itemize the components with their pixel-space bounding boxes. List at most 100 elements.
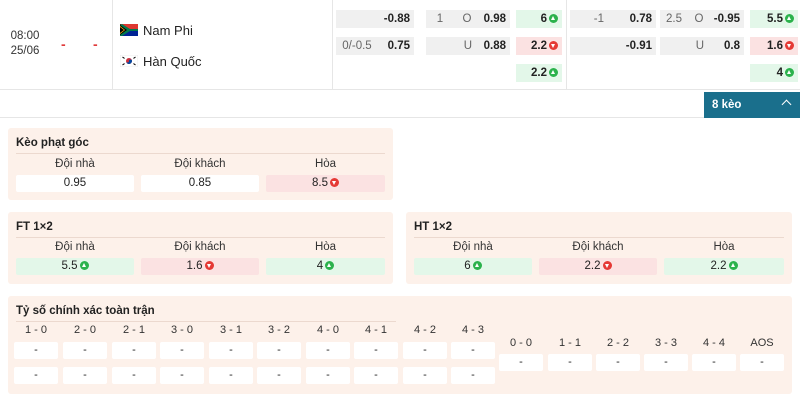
south-africa-flag-icon: [120, 24, 138, 36]
arrow-up-icon: [785, 14, 794, 23]
score-label: 4 - 1: [364, 324, 387, 336]
ft-home-odds[interactable]: 5.5: [16, 258, 134, 275]
more-markets-label: 8 kèo: [712, 99, 742, 111]
corner-home-odds[interactable]: 0.95: [16, 175, 134, 192]
corner-kick-panel: Kèo phạt góc Đội nhà Đội khách Hòa 0.95 …: [8, 128, 393, 200]
ft-away-odds[interactable]: 1.6: [141, 258, 259, 275]
divider: [566, 0, 567, 90]
ht-1x2-home-odds[interactable]: 5.5: [750, 10, 798, 28]
score-odds[interactable]: -: [112, 367, 156, 384]
score-odds[interactable]: -: [306, 367, 350, 384]
arrow-up-icon: [728, 261, 738, 270]
score-label: 4 - 3: [461, 324, 484, 336]
score-odds[interactable]: -: [209, 367, 253, 384]
home-score: -: [61, 36, 66, 52]
score-odds[interactable]: -: [596, 354, 640, 371]
odds-value: 6: [464, 260, 471, 272]
ft-1x2-draw-odds[interactable]: 2.2: [516, 64, 562, 82]
score-odds[interactable]: -: [403, 342, 447, 359]
score-odds[interactable]: -: [403, 367, 447, 384]
arrow-down-icon: [204, 261, 214, 270]
corner-draw-odds[interactable]: 8.5: [266, 175, 385, 192]
ft-1x2-panel: FT 1×2 Đội nhà Đội khách Hòa 5.5 1.6 4: [8, 212, 393, 284]
score-odds[interactable]: -: [112, 342, 156, 359]
odds-value: 4: [776, 67, 783, 79]
odds-value: 8.5: [312, 177, 328, 189]
ft-handicap-line: 0/-0.5: [336, 37, 378, 55]
ht-away-odds[interactable]: 2.2: [539, 258, 657, 275]
arrow-up-icon: [325, 261, 335, 270]
score-odds[interactable]: -: [63, 342, 107, 359]
score-label: 3 - 1: [219, 324, 242, 336]
score-odds[interactable]: -: [548, 354, 592, 371]
ht-1x2-panel: HT 1×2 Đội nhà Đội khách Hòa 6 2.2 2.2: [406, 212, 792, 284]
divider: [16, 237, 385, 238]
away-team-name: Hàn Quốc: [143, 53, 202, 69]
score-label: 3 - 2: [267, 324, 290, 336]
ht-ou-under-odds[interactable]: 0.8: [710, 37, 744, 55]
more-markets-button[interactable]: 8 kèo: [704, 92, 800, 118]
panel-title: Tỷ số chính xác toàn trận: [16, 305, 155, 317]
odds-value: 2.2: [531, 67, 547, 79]
score-label: 2 - 2: [606, 337, 629, 349]
ft-1x2-away-odds[interactable]: 2.2: [516, 37, 562, 55]
score-odds[interactable]: -: [740, 354, 784, 371]
kickoff-time: 08:00: [10, 30, 40, 42]
score-odds[interactable]: -: [354, 367, 398, 384]
ft-draw-odds[interactable]: 4: [266, 258, 385, 275]
score-odds[interactable]: -: [499, 354, 543, 371]
ht-handicap-line: -1: [570, 10, 610, 28]
ft-ou-over-label: O: [454, 10, 480, 28]
score-odds[interactable]: -: [451, 367, 495, 384]
arrow-down-icon: [785, 41, 794, 50]
corner-away-odds[interactable]: 0.85: [141, 175, 259, 192]
divider: [16, 321, 396, 322]
score-odds[interactable]: -: [257, 367, 301, 384]
ht-1x2-draw-odds[interactable]: 4: [750, 64, 798, 82]
ht-home-odds[interactable]: 6: [414, 258, 532, 275]
score-odds[interactable]: -: [451, 342, 495, 359]
panel-title: Kèo phạt góc: [16, 137, 89, 149]
away-score: -: [93, 36, 98, 52]
score-label: 1 - 1: [558, 337, 581, 349]
odds-value: 2.2: [584, 260, 601, 272]
score-odds[interactable]: -: [209, 342, 253, 359]
ft-ou-under-odds[interactable]: 0.88: [480, 37, 510, 55]
ft-ou-line: 1: [426, 10, 454, 28]
odds-value: 4: [316, 260, 324, 272]
ht-handicap-away-odds[interactable]: -0.91: [570, 37, 656, 55]
score-label: 2 - 0: [73, 324, 96, 336]
score-label: AOS: [750, 337, 774, 349]
score-odds[interactable]: -: [14, 367, 58, 384]
col-home-label: Đội nhà: [55, 158, 95, 170]
ft-handicap-away-odds[interactable]: 0.75: [378, 37, 414, 55]
ht-handicap-home-odds[interactable]: 0.78: [610, 10, 656, 28]
ht-draw-odds[interactable]: 2.2: [664, 258, 784, 275]
ht-ou-under-label: U: [660, 37, 710, 55]
col-home-label: Đội nhà: [453, 241, 493, 253]
score-odds[interactable]: -: [354, 342, 398, 359]
score-odds[interactable]: -: [306, 342, 350, 359]
score-odds[interactable]: -: [644, 354, 688, 371]
odds-value: 5.5: [61, 260, 78, 272]
odds-value: 1.6: [767, 40, 783, 52]
score-odds[interactable]: -: [692, 354, 736, 371]
ht-1x2-away-odds[interactable]: 1.6: [750, 37, 798, 55]
away-team[interactable]: Hàn Quốc: [120, 52, 202, 70]
odds-value: 5.5: [767, 13, 783, 25]
score-odds[interactable]: -: [160, 342, 204, 359]
col-away-label: Đội khách: [174, 241, 226, 253]
score-odds[interactable]: -: [160, 367, 204, 384]
ht-ou-over-odds[interactable]: -0.95: [710, 10, 744, 28]
score-odds[interactable]: -: [63, 367, 107, 384]
ft-ou-over-odds[interactable]: 0.98: [480, 10, 510, 28]
divider: [332, 0, 333, 90]
col-home-label: Đội nhà: [55, 241, 95, 253]
score-odds[interactable]: -: [257, 342, 301, 359]
score-odds[interactable]: -: [14, 342, 58, 359]
match-row: 08:00 25/06 - - Nam Phi Hàn Quốc -0.88 1…: [0, 0, 800, 90]
ft-handicap-home-odds[interactable]: -0.88: [336, 10, 414, 28]
match-time: 08:00 25/06: [4, 29, 46, 59]
home-team[interactable]: Nam Phi: [120, 21, 193, 39]
ft-1x2-home-odds[interactable]: 6: [516, 10, 562, 28]
